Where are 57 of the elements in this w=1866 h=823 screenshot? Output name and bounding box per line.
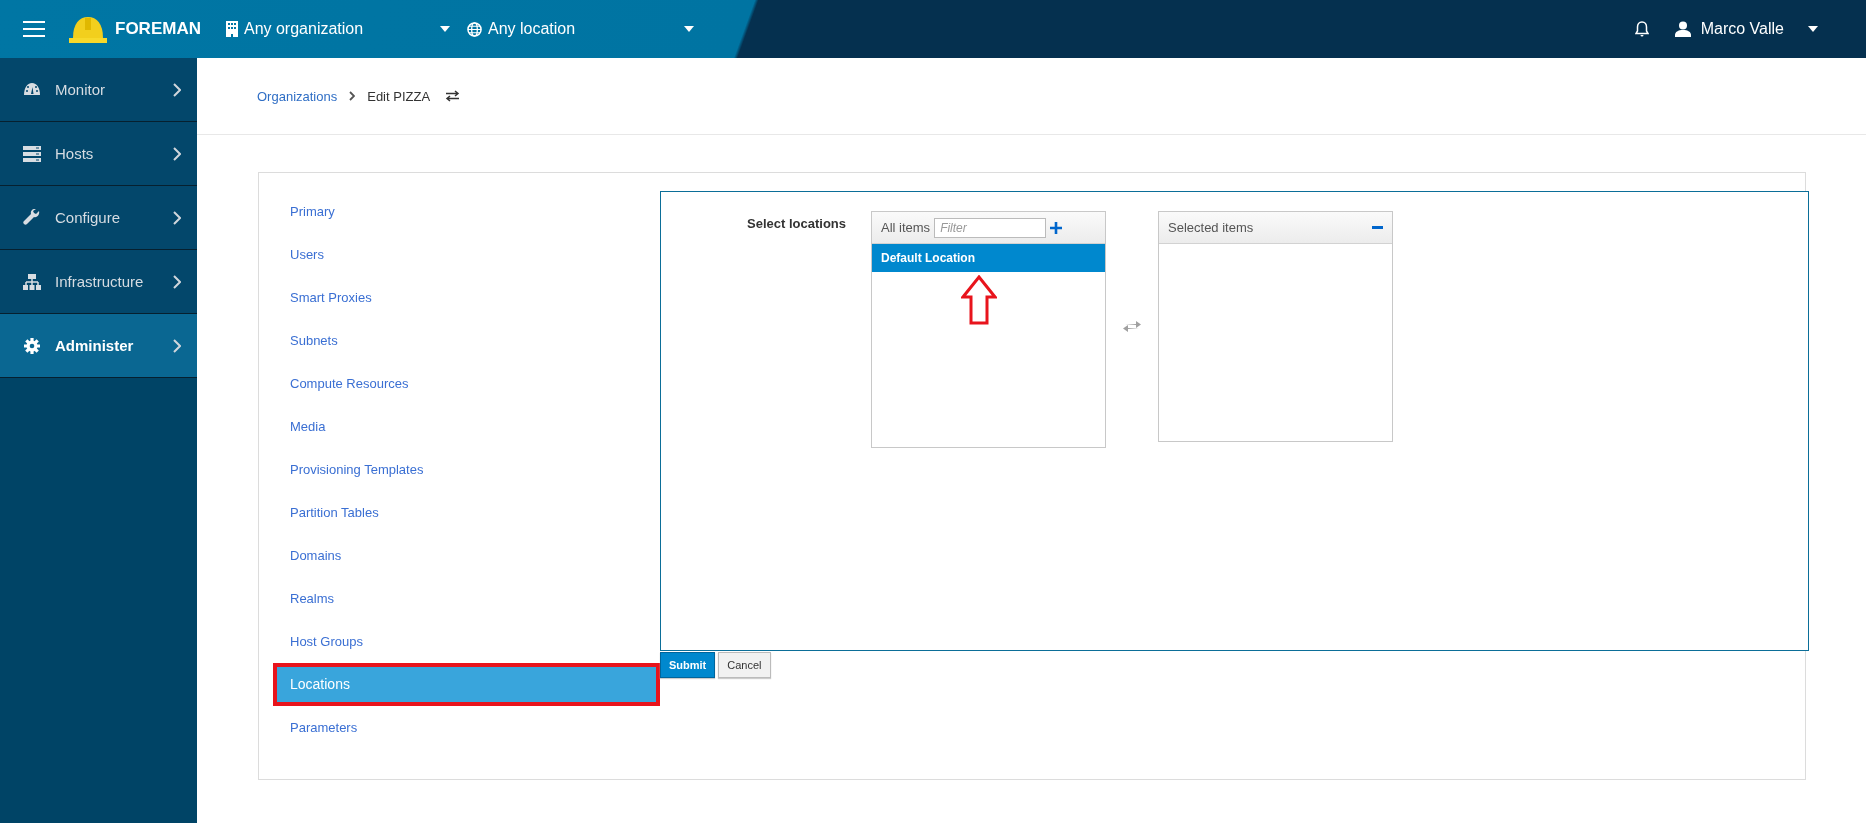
caret-icon bbox=[1808, 26, 1818, 32]
brand-logo-text: FOREMAN bbox=[115, 19, 201, 39]
minus-icon bbox=[1372, 226, 1383, 229]
field-label: Select locations bbox=[746, 216, 846, 231]
list-item[interactable]: Default Location bbox=[872, 244, 1105, 272]
chevron-right-icon bbox=[173, 82, 181, 97]
sidebar-item[interactable]: Infrastructure bbox=[0, 250, 197, 314]
tab[interactable]: Smart Proxies bbox=[273, 276, 660, 319]
tab[interactable]: Users bbox=[273, 233, 660, 276]
sidebar-item[interactable]: Monitor bbox=[0, 58, 197, 122]
tab[interactable]: Compute Resources bbox=[273, 362, 660, 405]
tab[interactable]: Parameters bbox=[273, 706, 660, 749]
tab[interactable]: Subnets bbox=[273, 319, 660, 362]
filter-field[interactable]: Filter bbox=[934, 217, 1047, 238]
tab[interactable]: Domains bbox=[273, 534, 660, 577]
menu-icon bbox=[23, 21, 45, 37]
plus-icon bbox=[1050, 221, 1063, 234]
swap-arrows-icon bbox=[445, 90, 461, 102]
tab[interactable]: Locations bbox=[273, 663, 660, 706]
sidebar-item[interactable]: Administer bbox=[0, 314, 197, 378]
submit-button[interactable]: Submit bbox=[660, 652, 716, 678]
chevron-right-icon bbox=[173, 146, 181, 161]
wrench-icon bbox=[23, 208, 41, 227]
notifications-button[interactable] bbox=[1634, 21, 1649, 37]
caret-icon bbox=[439, 26, 450, 32]
swap-arrows-icon bbox=[1123, 320, 1141, 332]
menu-button[interactable] bbox=[23, 21, 45, 37]
gear-icon bbox=[23, 336, 41, 355]
list-header-title: All items bbox=[881, 220, 931, 235]
breadcrumb-current: Edit PIZZA bbox=[367, 88, 431, 104]
tab[interactable]: Provisioning Templates bbox=[273, 448, 660, 491]
globe-icon bbox=[466, 21, 482, 37]
server-icon bbox=[23, 144, 41, 163]
chevron-right-icon bbox=[349, 91, 356, 101]
hard-hat-icon bbox=[69, 14, 107, 44]
chevron-right-icon bbox=[173, 274, 181, 289]
sidebar-item[interactable]: Hosts bbox=[0, 122, 197, 186]
caret-icon bbox=[683, 26, 694, 32]
user-menu[interactable]: Marco Valle bbox=[1674, 20, 1818, 38]
chevron-right-icon bbox=[173, 338, 181, 353]
switcher-button[interactable] bbox=[445, 90, 461, 102]
tab[interactable]: Primary bbox=[273, 190, 660, 233]
sidebar-item[interactable]: Configure bbox=[0, 186, 197, 250]
location-dropdown[interactable]: Any location bbox=[466, 20, 694, 38]
tab[interactable]: Partition Tables bbox=[273, 491, 660, 534]
tab[interactable]: Media bbox=[273, 405, 660, 448]
sitemap-icon bbox=[23, 272, 41, 291]
list-header-title: Selected items bbox=[1168, 220, 1254, 235]
building-icon bbox=[225, 21, 238, 37]
chevron-right-icon bbox=[173, 210, 181, 225]
tab[interactable]: Host Groups bbox=[273, 620, 660, 663]
organization-dropdown[interactable]: Any organization bbox=[225, 20, 450, 38]
bell-icon bbox=[1634, 21, 1649, 37]
user-icon bbox=[1674, 21, 1691, 37]
tab[interactable]: Realms bbox=[273, 577, 660, 620]
cancel-button[interactable]: Cancel bbox=[718, 652, 771, 678]
breadcrumb-link[interactable]: Organizations bbox=[257, 88, 338, 104]
